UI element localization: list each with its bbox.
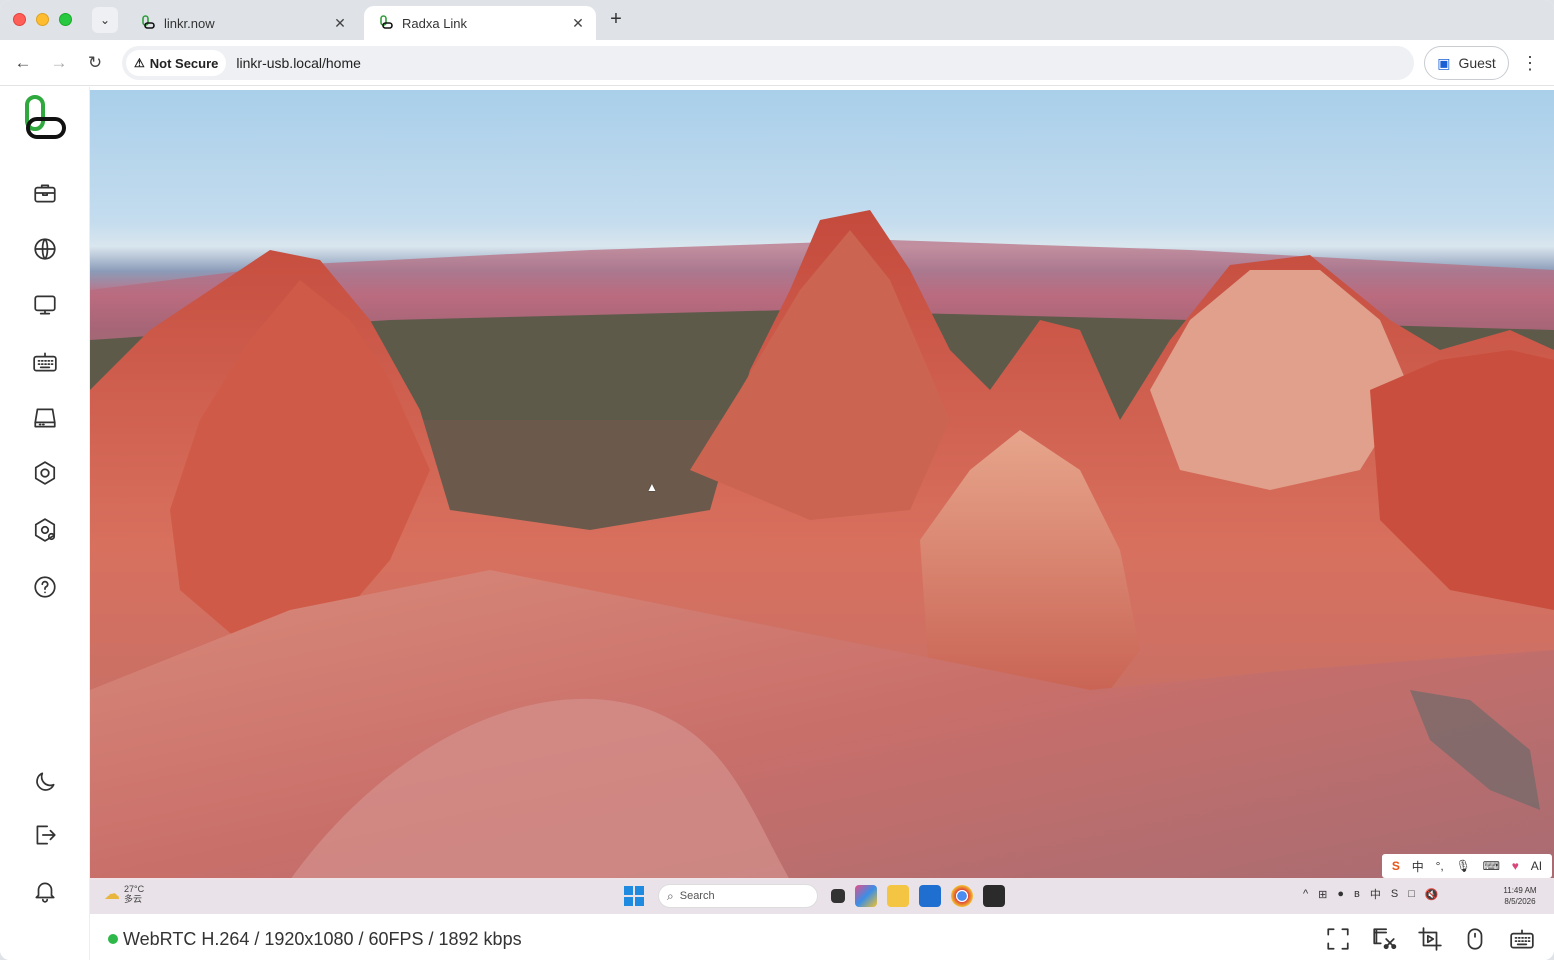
windows-taskbar: ☁ 27°C 多云 ⌕ Search ^ ⊞ ● ʙ 中 S □ 🔇 11:49… — [90, 878, 1554, 914]
ime-skin-icon[interactable]: ♥ — [1512, 859, 1519, 873]
fullscreen-icon[interactable] — [1323, 924, 1353, 954]
monitor-icon[interactable] — [30, 290, 60, 320]
minimize-window-button[interactable] — [36, 13, 49, 26]
sidebar — [0, 87, 90, 960]
taskbar-clock[interactable]: 11:49 AM 8/5/2026 — [1496, 885, 1544, 907]
microsoft-store-icon[interactable] — [919, 885, 941, 907]
tab-label: Radxa Link — [402, 15, 468, 31]
terminal-icon[interactable] — [983, 885, 1005, 907]
close-tab-icon[interactable]: ✕ — [570, 15, 586, 32]
profile-label: Guest — [1458, 55, 1496, 71]
system-tray: ^ ⊞ ● ʙ 中 S □ 🔇 — [1298, 886, 1444, 902]
maximize-window-button[interactable] — [59, 13, 72, 26]
tab-radxa-link[interactable]: Radxa Link ✕ — [364, 6, 596, 40]
virtual-keyboard-icon[interactable] — [1507, 924, 1537, 954]
ime-toolbar[interactable]: S 中 °, 🎙 ⌨ ♥ AI — [1382, 854, 1552, 878]
chevron-down-icon: ⌄ — [99, 13, 111, 27]
bluetooth-icon[interactable]: ʙ — [1354, 888, 1360, 900]
bell-icon[interactable] — [30, 876, 60, 906]
status-bar: WebRTC H.264 / 1920x1080 / 60FPS / 1892 … — [90, 914, 1554, 960]
toolbox-icon[interactable] — [30, 178, 60, 208]
browser-toolbar: ← → ↻ ⚠ Not Secure linkr-usb.local/home … — [0, 40, 1554, 86]
linkr-favicon-icon — [142, 15, 155, 29]
browser-menu-button[interactable]: ⋮ — [1520, 52, 1540, 74]
logout-icon[interactable] — [30, 820, 60, 850]
security-label: Not Secure — [149, 55, 219, 71]
ime-language-toggle[interactable]: 中 — [1412, 858, 1424, 875]
sogou-ime-icon[interactable]: S — [1391, 888, 1398, 900]
ime-punct-toggle[interactable]: °, — [1436, 859, 1444, 873]
network-icon[interactable]: □ — [1408, 888, 1415, 900]
taskbar-search[interactable]: ⌕ Search — [658, 884, 818, 908]
partly-cloudy-icon: ☁ — [104, 886, 120, 903]
taskbar-search-placeholder: Search — [679, 890, 715, 902]
browser-window: ⌄ linkr.now ✕ Radxa Link ✕ + ← → ↻ ⚠ Not… — [0, 0, 1554, 960]
remote-desktop-screen[interactable]: ▲ S 中 °, 🎙 ⌨ ♥ AI ☁ 27°C 多云 ⌕ Search ^ ⊞… — [90, 90, 1554, 914]
file-explorer-icon[interactable] — [887, 885, 909, 907]
tab-linkr-now[interactable]: linkr.now ✕ — [126, 6, 358, 40]
profile-icon: ▣ — [1437, 54, 1451, 71]
moon-icon[interactable] — [30, 767, 60, 797]
back-button[interactable]: ← — [12, 52, 34, 74]
disc-icon[interactable] — [30, 458, 60, 488]
linkr-logo[interactable] — [22, 95, 68, 145]
close-tab-icon[interactable]: ✕ — [332, 15, 348, 32]
wallpaper-rocks — [90, 210, 1554, 880]
profile-button[interactable]: ▣ Guest — [1424, 46, 1509, 80]
tab-label: linkr.now — [164, 15, 215, 31]
record-icon[interactable] — [1415, 924, 1445, 954]
settings-icon[interactable] — [30, 515, 60, 545]
weather-widget[interactable]: ☁ 27°C 多云 — [104, 884, 144, 904]
windows-start-icon[interactable] — [624, 886, 644, 906]
tray-app-icon[interactable]: ⊞ — [1318, 888, 1327, 901]
warning-icon: ⚠ — [134, 56, 145, 70]
volume-muted-icon[interactable]: 🔇 — [1425, 888, 1439, 901]
chrome-icon[interactable] — [951, 885, 973, 907]
security-indicator[interactable]: ⚠ Not Secure — [126, 50, 227, 76]
ime-ai-button[interactable]: AI — [1531, 859, 1542, 873]
close-window-button[interactable] — [13, 13, 26, 26]
url-text[interactable]: linkr-usb.local/home — [236, 55, 361, 71]
screenshot-icon[interactable] — [1369, 924, 1399, 954]
reload-button[interactable]: ↻ — [84, 52, 106, 74]
globe-icon[interactable] — [30, 234, 60, 264]
clock-time: 11:49 AM — [1503, 886, 1537, 895]
ime-logo-icon[interactable]: S — [1392, 859, 1400, 873]
search-icon: ⌕ — [667, 888, 674, 903]
clock-date: 8/5/2026 — [1504, 897, 1536, 906]
tray-security-icon[interactable]: ● — [1337, 888, 1344, 900]
weather-description: 多云 — [124, 894, 143, 904]
forward-button[interactable]: → — [48, 52, 70, 74]
taskbar-apps: ⌕ Search — [624, 883, 1010, 909]
mouse-cursor: ▲ — [646, 480, 658, 494]
tab-search-button[interactable]: ⌄ — [92, 7, 118, 33]
input-language-icon[interactable]: 中 — [1370, 886, 1381, 902]
tab-strip: ⌄ linkr.now ✕ Radxa Link ✕ + — [0, 0, 1554, 40]
new-tab-button[interactable]: + — [604, 8, 628, 32]
stream-info: WebRTC H.264 / 1920x1080 / 60FPS / 1892 … — [123, 929, 522, 949]
help-icon[interactable] — [30, 572, 60, 602]
weather-temperature: 27°C — [124, 884, 145, 894]
connection-status-indicator — [108, 934, 118, 944]
task-view-icon[interactable] — [831, 889, 845, 903]
address-bar[interactable]: ⚠ Not Secure linkr-usb.local/home — [122, 46, 1414, 80]
drive-icon[interactable] — [30, 403, 60, 433]
linkr-favicon-icon — [380, 15, 393, 29]
tray-overflow-icon[interactable]: ^ — [1303, 888, 1308, 900]
store-app-icon[interactable] — [855, 885, 877, 907]
ime-mic-icon[interactable]: 🎙 — [1456, 859, 1471, 873]
mouse-icon[interactable] — [1460, 924, 1490, 954]
ime-keyboard-icon[interactable]: ⌨ — [1483, 859, 1500, 873]
keyboard-icon[interactable] — [30, 347, 60, 377]
